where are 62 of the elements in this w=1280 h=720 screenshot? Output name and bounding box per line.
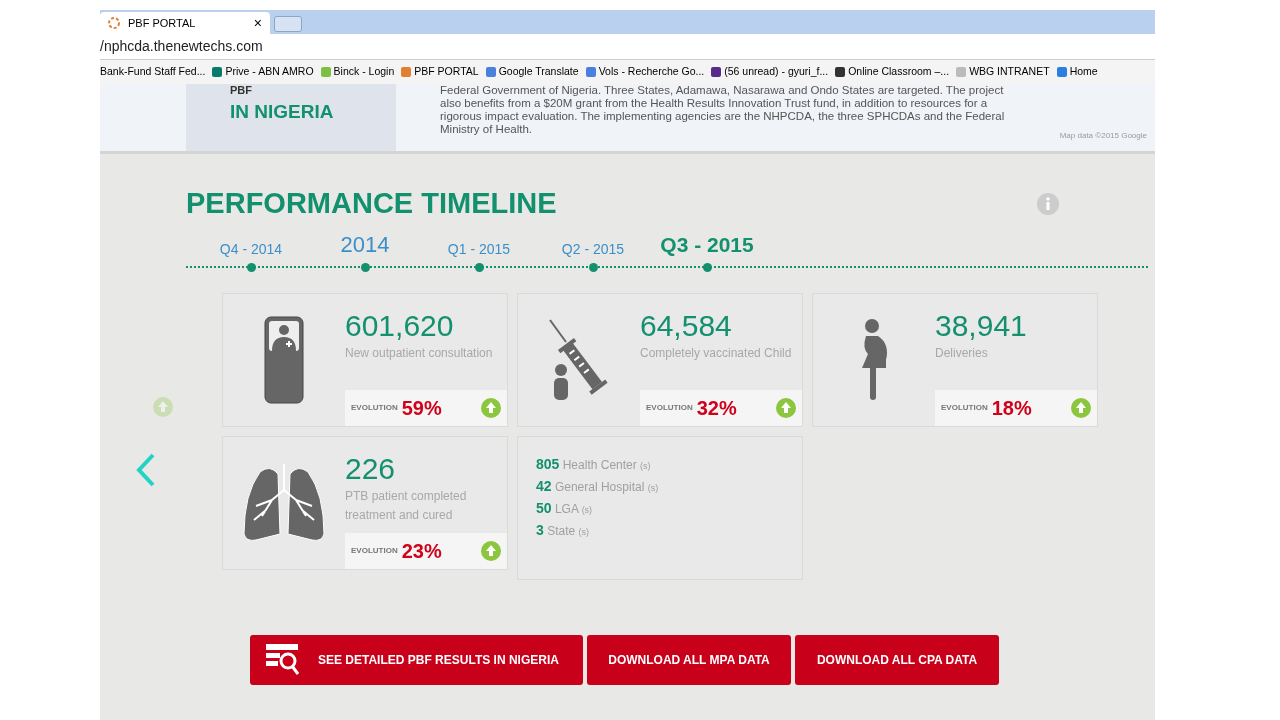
summary-line: 50 LGA (s) — [536, 498, 594, 518]
intro-heading: IN NIGERIA — [230, 100, 335, 124]
evolution-value: 18% — [991, 395, 1032, 421]
arrow-up-icon — [1071, 397, 1091, 418]
summary-line: 805 Health Center (s) — [536, 454, 652, 474]
evolution-value: 23% — [401, 538, 442, 564]
bookmark[interactable]: Vols - Recherche Go... — [585, 64, 705, 80]
evolution-label: EVOLUTION — [941, 401, 988, 414]
lungs-icon — [242, 463, 326, 542]
arrow-up-icon — [776, 397, 796, 418]
bookmark-icon — [1056, 67, 1067, 77]
metric-label: Completely vaccinated Child — [640, 344, 793, 362]
bookmark[interactable]: WBG INTRANET — [956, 64, 1050, 80]
map-credit: Map data ©2015 Google — [1059, 130, 1147, 142]
action-button[interactable]: DOWNLOAD ALL CPA DATA — [795, 634, 999, 685]
evolution-value: 59% — [401, 395, 442, 421]
bookmark[interactable]: (56 unread) - gyuri_f... — [711, 64, 829, 80]
metric-value: 226 — [345, 450, 397, 487]
bookmark-icon — [711, 67, 722, 77]
summary-line: 42 General Hospital (s) — [536, 476, 660, 496]
metric-value: 38,941 — [935, 307, 1028, 344]
section-title: PERFORMANCE TIMELINE — [186, 186, 558, 221]
previous-chevron[interactable] — [136, 452, 156, 487]
bookmark-icon — [956, 67, 967, 77]
metric-label: PTB patient completed treatment and cured — [345, 487, 468, 524]
patient-bed-icon — [264, 315, 304, 404]
evolution-label: EVOLUTION — [351, 401, 398, 414]
intro-heading-top: PBF — [230, 84, 253, 96]
action-button[interactable]: SEE DETAILED PBF RESULTS IN NIGERIA — [250, 634, 583, 685]
metric-label: New outpatient consultation — [345, 344, 494, 362]
faded-arrow-up-icon — [153, 396, 173, 417]
bookmark[interactable]: Home — [1056, 64, 1098, 80]
chevron-left-icon — [136, 452, 156, 487]
arrow-up-icon — [481, 540, 501, 561]
summary-line: 3 State (s) — [536, 520, 590, 540]
arrow-up-icon — [481, 397, 501, 418]
report-search-icon — [266, 643, 302, 676]
metric-label: Deliveries — [935, 344, 989, 362]
bookmark[interactable]: Online Classroom –... — [835, 64, 950, 80]
bookmark[interactable]: Bank-Fund Staff Fed... — [100, 64, 206, 80]
bookmark-icon — [212, 67, 223, 77]
bookmark-icon — [401, 67, 412, 77]
bookmark-icon — [485, 67, 496, 77]
evolution-value: 32% — [696, 395, 737, 421]
tab-close[interactable]: × — [253, 12, 262, 34]
new-tab-button[interactable] — [274, 16, 302, 32]
bookmark[interactable]: Binck - Login — [320, 64, 395, 80]
evolution-label: EVOLUTION — [351, 544, 398, 557]
bookmark-icon — [585, 67, 596, 77]
info-icon[interactable] — [1037, 192, 1059, 215]
metric-value: 601,620 — [345, 307, 455, 344]
bookmark[interactable]: Google Translate — [485, 64, 579, 80]
intro-text: Federal Government of Nigeria. Three States, Adamawa, Nasarawa and Ondo States are targeted. The project also benefits from a $20M grant from the Health Results Innovation Trust fund, in addition to resources for a rigorous impact evaluation. The implementing agencies are the NHPCDA, the three SPHCDAs and the Federal Ministry of Health. — [440, 84, 1006, 137]
bookmark[interactable]: PBF PORTAL — [401, 64, 479, 80]
bookmark-icon — [320, 67, 331, 77]
bookmark-icon — [835, 67, 846, 77]
evolution-label: EVOLUTION — [646, 401, 693, 414]
action-button[interactable]: DOWNLOAD ALL MPA DATA — [587, 634, 791, 685]
browser-tab[interactable]: PBF PORTAL × — [100, 12, 270, 34]
metric-value: 64,584 — [640, 307, 733, 344]
tab-title: PBF PORTAL — [128, 15, 196, 31]
bookmark[interactable]: Prive - ABN AMRO — [212, 64, 314, 80]
